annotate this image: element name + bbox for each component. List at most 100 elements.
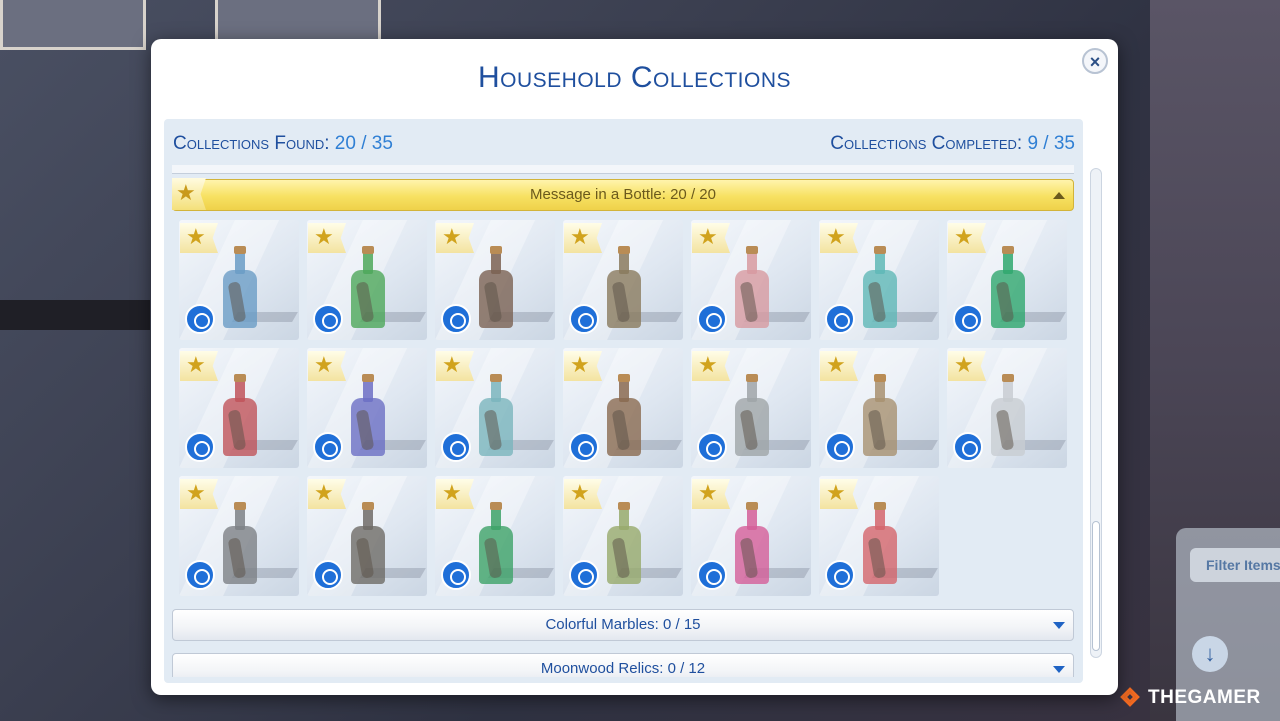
collection-item-tile[interactable]: ★ bbox=[307, 220, 427, 340]
bottle-icon bbox=[479, 502, 513, 584]
pack-icon bbox=[825, 560, 855, 590]
collection-item-tile[interactable]: ★ bbox=[435, 220, 555, 340]
collection-item-tile[interactable]: ★ bbox=[563, 348, 683, 468]
collection-item-tile[interactable]: ★ bbox=[307, 348, 427, 468]
pack-icon bbox=[953, 432, 983, 462]
collected-star-icon: ★ bbox=[180, 351, 218, 381]
collection-item-tile[interactable]: ★ bbox=[563, 220, 683, 340]
collections-panel: Collections Found: 20 / 35 Collections C… bbox=[164, 119, 1083, 683]
filter-items-tab[interactable]: Filter Items bbox=[1190, 548, 1280, 582]
pack-icon bbox=[825, 304, 855, 334]
bottle-icon bbox=[607, 502, 641, 584]
pack-icon bbox=[697, 560, 727, 590]
category-label: Moonwood Relics: 0 / 12 bbox=[540, 660, 706, 677]
collected-star-icon: ★ bbox=[436, 479, 474, 509]
collection-item-tile[interactable]: ★ bbox=[819, 220, 939, 340]
collections-completed-label: Collections Completed: bbox=[830, 133, 1023, 154]
collections-found: Collections Found: 20 / 35 bbox=[173, 133, 393, 155]
collected-star-icon: ★ bbox=[180, 223, 218, 253]
collected-star-icon: ★ bbox=[948, 351, 986, 381]
collection-item-tile[interactable]: ★ bbox=[435, 476, 555, 596]
collected-star-icon: ★ bbox=[948, 223, 986, 253]
close-button[interactable]: × bbox=[1082, 48, 1108, 74]
collection-item-tile[interactable]: ★ bbox=[179, 476, 299, 596]
wall-picture-frame bbox=[0, 0, 146, 50]
collection-item-tile[interactable]: ★ bbox=[691, 220, 811, 340]
bottle-icon bbox=[735, 502, 769, 584]
collected-star-icon: ★ bbox=[820, 351, 858, 381]
scrollbar-thumb[interactable] bbox=[1092, 521, 1100, 651]
pack-icon bbox=[185, 304, 215, 334]
pack-icon bbox=[697, 432, 727, 462]
dialog-title: Household Collections bbox=[477, 61, 792, 94]
category-header-moonwood-relics[interactable]: Moonwood Relics: 0 / 12 bbox=[172, 653, 1074, 677]
collection-item-tile[interactable]: ★ bbox=[179, 220, 299, 340]
collection-item-tile[interactable]: ★ bbox=[179, 348, 299, 468]
collection-item-tile[interactable]: ★ bbox=[947, 220, 1067, 340]
pack-icon bbox=[185, 560, 215, 590]
pack-icon bbox=[569, 432, 599, 462]
pack-icon bbox=[313, 432, 343, 462]
bottle-icon bbox=[479, 246, 513, 328]
pack-icon bbox=[697, 304, 727, 334]
bottle-icon bbox=[351, 374, 385, 456]
collections-completed: Collections Completed: 9 / 35 bbox=[830, 133, 1075, 155]
watermark: THEGAMER bbox=[1120, 684, 1261, 712]
category-header-colorful-marbles[interactable]: Colorful Marbles: 0 / 15 bbox=[172, 609, 1074, 641]
wall-picture-frame bbox=[215, 0, 381, 42]
pack-icon bbox=[825, 432, 855, 462]
collection-item-tile[interactable]: ★ bbox=[691, 348, 811, 468]
collected-star-icon: ★ bbox=[436, 223, 474, 253]
collected-star-icon: ★ bbox=[820, 479, 858, 509]
bottle-icon bbox=[735, 246, 769, 328]
pack-icon bbox=[313, 560, 343, 590]
collected-star-icon: ★ bbox=[180, 479, 218, 509]
bottle-icon bbox=[351, 502, 385, 584]
background-table bbox=[0, 300, 150, 330]
category-header-message-in-a-bottle[interactable]: ★ Message in a Bottle: 20 / 20 bbox=[172, 178, 1074, 211]
collected-star-icon: ★ bbox=[692, 351, 730, 381]
bottle-icon bbox=[479, 374, 513, 456]
expand-arrow-icon bbox=[1053, 666, 1065, 673]
bottle-icon bbox=[607, 246, 641, 328]
category-label: Colorful Marbles: 0 / 15 bbox=[545, 616, 701, 633]
collected-star-icon: ★ bbox=[692, 223, 730, 253]
collected-star-icon: ★ bbox=[564, 479, 602, 509]
pack-icon bbox=[569, 560, 599, 590]
watermark-text: THEGAMER bbox=[1148, 687, 1261, 708]
bottle-icon bbox=[991, 246, 1025, 328]
bottle-icon bbox=[991, 374, 1025, 456]
list-scrollbar[interactable] bbox=[1090, 168, 1102, 658]
bottle-icon bbox=[223, 502, 257, 584]
household-collections-dialog: Household Collections × Collections Foun… bbox=[151, 39, 1118, 695]
bottle-icon bbox=[863, 502, 897, 584]
collections-found-label: Collections Found: bbox=[173, 133, 330, 154]
collection-item-tile[interactable]: ★ bbox=[691, 476, 811, 596]
scroll-down-button[interactable]: ↓ bbox=[1192, 636, 1228, 672]
collections-completed-value: 9 / 35 bbox=[1027, 133, 1075, 154]
pack-icon bbox=[953, 304, 983, 334]
pack-icon bbox=[185, 432, 215, 462]
collection-item-tile[interactable]: ★ bbox=[307, 476, 427, 596]
pack-icon bbox=[441, 304, 471, 334]
bottle-icon bbox=[223, 374, 257, 456]
collection-item-tile[interactable]: ★ bbox=[819, 476, 939, 596]
collapse-arrow-icon bbox=[1053, 192, 1065, 199]
bottle-icon bbox=[351, 246, 385, 328]
bottle-icon bbox=[863, 374, 897, 456]
pack-icon bbox=[569, 304, 599, 334]
collected-star-icon: ★ bbox=[564, 223, 602, 253]
collection-item-tile[interactable]: ★ bbox=[435, 348, 555, 468]
collection-list: ★ Message in a Bottle: 20 / 20 ★ ★ ★ ★ ★ ★ ★ ★ ★… bbox=[172, 165, 1076, 677]
thegamer-logo-icon bbox=[1120, 687, 1142, 709]
collected-star-icon: ★ bbox=[564, 351, 602, 381]
collections-found-value: 20 / 35 bbox=[334, 133, 393, 154]
collection-item-tile[interactable]: ★ bbox=[819, 348, 939, 468]
expand-arrow-icon bbox=[1053, 622, 1065, 629]
pack-icon bbox=[441, 432, 471, 462]
collected-star-icon: ★ bbox=[308, 479, 346, 509]
bottle-icon bbox=[607, 374, 641, 456]
pack-icon bbox=[313, 304, 343, 334]
collection-item-tile[interactable]: ★ bbox=[563, 476, 683, 596]
collection-item-tile[interactable]: ★ bbox=[947, 348, 1067, 468]
